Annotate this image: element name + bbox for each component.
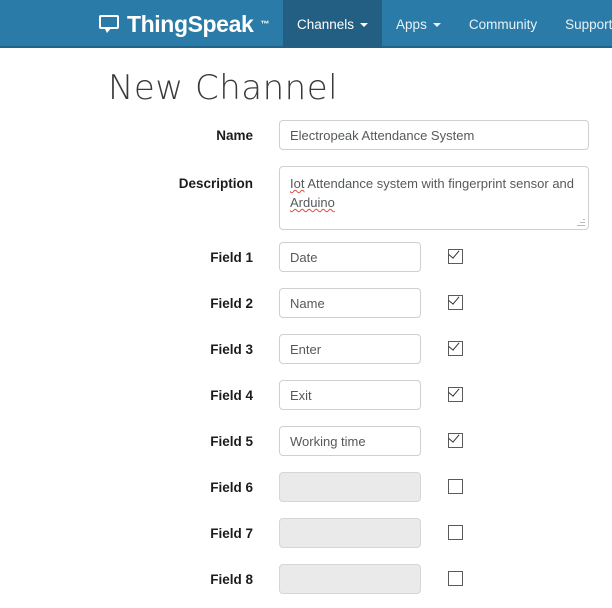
field-1-checkbox[interactable]: [448, 247, 463, 264]
field-2-input[interactable]: [279, 288, 421, 318]
field-6-label: Field 6: [210, 480, 253, 495]
field-8-label: Field 8: [210, 572, 253, 587]
form-row-name: Name: [0, 118, 612, 164]
field-2-label: Field 2: [210, 296, 253, 311]
field-5-input[interactable]: [279, 426, 421, 456]
description-text-middle: Attendance system with fingerprint senso…: [304, 176, 575, 191]
brand-name: ThingSpeak: [127, 10, 254, 37]
nav-item-community[interactable]: Community: [455, 0, 551, 48]
name-label: Name: [216, 128, 253, 143]
form-row-field-8: Field 8: [0, 562, 612, 608]
form-row-field-2: Field 2: [0, 286, 612, 332]
field-1-input[interactable]: [279, 242, 421, 272]
form-row-field-7: Field 7: [0, 516, 612, 562]
speech-bubble-icon: [99, 14, 121, 33]
form-row-field-5: Field 5: [0, 424, 612, 470]
nav-item-apps[interactable]: Apps: [382, 0, 455, 48]
nav-item-channels[interactable]: Channels: [283, 0, 383, 48]
checkmark-icon: [448, 385, 460, 397]
field-3-checkbox[interactable]: [448, 339, 463, 356]
new-channel-form: Name Description Iot Attendance system w…: [0, 118, 612, 608]
checkmark-icon: [448, 431, 460, 443]
trademark-symbol: ™: [260, 19, 270, 29]
page-title: New Channel: [108, 68, 339, 108]
field-7-checkbox[interactable]: [448, 525, 463, 540]
field-4-checkbox[interactable]: [448, 385, 463, 402]
checkmark-icon: [448, 247, 460, 259]
field-6-checkbox[interactable]: [448, 479, 463, 494]
description-textarea[interactable]: Iot Attendance system with fingerprint s…: [279, 166, 589, 230]
field-4-input[interactable]: [279, 380, 421, 410]
nav-item-list: Channels Apps Community Support: [283, 0, 612, 48]
field-2-checkbox[interactable]: [448, 293, 463, 310]
field-6-input: [279, 472, 421, 502]
form-row-description: Description Iot Attendance system with f…: [0, 164, 612, 240]
field-5-label: Field 5: [210, 434, 253, 449]
form-row-field-1: Field 1: [0, 240, 612, 286]
nav-item-community-label: Community: [468, 16, 538, 32]
field-3-input[interactable]: [279, 334, 421, 364]
chevron-down-icon: [360, 23, 369, 27]
field-3-label: Field 3: [210, 342, 253, 357]
description-textarea-wrapper: Iot Attendance system with fingerprint s…: [279, 166, 589, 230]
field-8-checkbox[interactable]: [448, 571, 463, 586]
description-label: Description: [178, 176, 253, 191]
checkmark-icon: [448, 293, 460, 305]
chevron-down-icon: [432, 23, 441, 27]
name-input[interactable]: [279, 120, 589, 150]
top-navigation-bar: ThingSpeak ™ Channels Apps Community Sup…: [0, 0, 612, 48]
form-row-field-4: Field 4: [0, 378, 612, 424]
description-text-misspelled-2: Arduino: [290, 195, 335, 210]
nav-item-support[interactable]: Support: [551, 0, 612, 48]
channel-field-rows: Field 1 Field 2 Field 3 Field 4 Field 5 Field…: [0, 240, 612, 608]
checkmark-icon: [448, 339, 460, 351]
resize-handle-icon[interactable]: [577, 218, 585, 226]
nav-item-channels-label: Channels: [297, 16, 355, 32]
form-row-field-6: Field 6: [0, 470, 612, 516]
thingspeak-logo[interactable]: ThingSpeak ™: [99, 0, 269, 48]
field-8-input: [279, 564, 421, 594]
nav-item-apps-label: Apps: [396, 16, 427, 32]
nav-item-support-label: Support: [565, 16, 612, 32]
field-5-checkbox[interactable]: [448, 431, 463, 448]
description-text-misspelled-1: Iot: [290, 176, 305, 191]
form-row-field-3: Field 3: [0, 332, 612, 378]
field-7-input: [279, 518, 421, 548]
field-4-label: Field 4: [210, 388, 253, 403]
field-7-label: Field 7: [210, 526, 253, 541]
field-1-label: Field 1: [210, 250, 253, 265]
